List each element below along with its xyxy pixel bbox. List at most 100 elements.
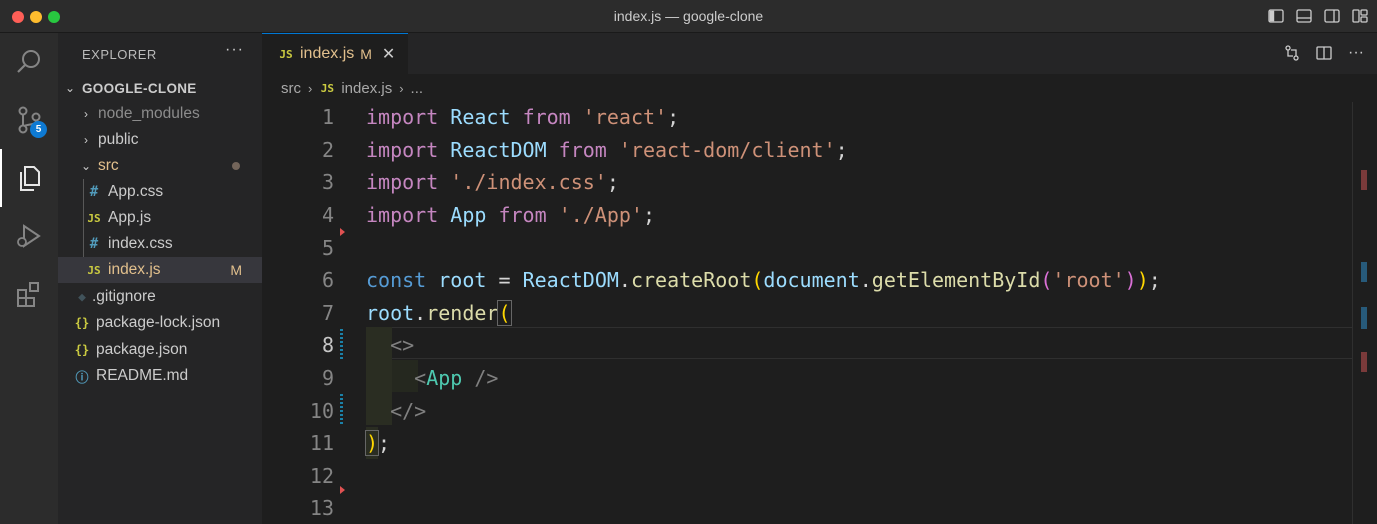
explorer-icon[interactable] xyxy=(0,149,58,207)
js-file-icon: JS xyxy=(320,81,334,95)
extensions-icon[interactable] xyxy=(0,265,58,323)
tree-item-label: App.css xyxy=(108,183,164,200)
code-line: 3 import './index.css'; xyxy=(262,166,1352,199)
open-changes-icon[interactable] xyxy=(1283,44,1301,62)
git-status-badge: M xyxy=(230,262,242,278)
chevron-right-icon: › xyxy=(84,133,88,147)
tree-item-label: App.js xyxy=(108,209,152,226)
line-number: 8 xyxy=(321,333,334,358)
chevron-down-icon: ⌄ xyxy=(64,81,76,95)
tree-item-package-lock-json[interactable]: {} package-lock.json xyxy=(58,310,262,336)
breadcrumb-symbols[interactable]: ... xyxy=(411,80,424,97)
source-control-badge: 5 xyxy=(30,121,47,138)
breadcrumb-index-js[interactable]: index.js xyxy=(341,80,392,97)
line-number: 13 xyxy=(309,496,334,521)
tree-item-readme-md[interactable]: ⓘ README.md xyxy=(58,363,262,389)
tree-item-index-js[interactable]: JS index.js M xyxy=(58,257,262,283)
js-file-icon: JS xyxy=(279,47,293,61)
root-folder-label: GOOGLE-CLONE xyxy=(82,80,197,96)
tree-item-label: index.css xyxy=(108,235,173,252)
css-file-icon: # xyxy=(89,184,99,200)
tree-item-app-js[interactable]: JS App.js xyxy=(58,205,262,231)
tree-item-app-css[interactable]: # App.css xyxy=(58,179,262,205)
json-file-icon: {} xyxy=(74,343,90,357)
json-file-icon: {} xyxy=(74,316,90,330)
tree-item-label: README.md xyxy=(96,367,189,384)
tree-item-label: src xyxy=(98,157,119,174)
close-tab-icon[interactable]: ✕ xyxy=(382,44,395,64)
chevron-right-icon: › xyxy=(308,80,313,96)
tree-item-package-json[interactable]: {} package.json xyxy=(58,337,262,363)
code-line: 2 import ReactDOM from 'react-dom/client… xyxy=(262,134,1352,167)
breadcrumb-src[interactable]: src xyxy=(281,80,301,97)
line-number: 6 xyxy=(321,268,334,293)
editor-scrollbar[interactable] xyxy=(1352,102,1377,524)
tree-item-label: node_modules xyxy=(98,105,200,122)
tree-item-index-css[interactable]: # index.css xyxy=(58,231,262,257)
tab-index-js[interactable]: JS index.js M ✕ xyxy=(262,33,408,74)
breadcrumb: src › JS index.js › ... xyxy=(262,74,1377,102)
chevron-down-icon: ⌄ xyxy=(80,159,92,173)
customize-layout-icon[interactable] xyxy=(1351,7,1369,25)
tab-label: index.js xyxy=(300,45,355,62)
code-line: 10 </> xyxy=(262,394,1352,427)
activity-bar: 5 xyxy=(0,33,58,524)
tree-item-label: package.json xyxy=(96,341,188,358)
editor-tab-bar: JS index.js M ✕ ··· xyxy=(262,33,1377,74)
toggle-primary-sidebar-icon[interactable] xyxy=(1267,7,1285,25)
code-line: 9 <App /> xyxy=(262,362,1352,395)
tree-item-public[interactable]: › public xyxy=(58,127,262,153)
code-editor[interactable]: 1 import React from 'react'; 2 import Re… xyxy=(262,102,1352,524)
code-line: 6 const root = ReactDOM.createRoot(docum… xyxy=(262,264,1352,297)
git-file-icon: ◆ xyxy=(78,289,86,305)
tree-item-label: index.js xyxy=(108,261,161,278)
code-line: 12 xyxy=(262,460,1352,493)
toggle-secondary-sidebar-icon[interactable] xyxy=(1323,7,1341,25)
info-file-icon: ⓘ xyxy=(75,370,89,386)
modified-dot-icon xyxy=(232,162,240,170)
js-file-icon: JS xyxy=(87,263,101,277)
window-title: index.js — google-clone xyxy=(613,8,764,24)
tree-item-label: package-lock.json xyxy=(96,314,221,331)
tab-modified-badge: M xyxy=(360,46,372,62)
tree-item-label: .gitignore xyxy=(92,288,156,305)
explorer-header: EXPLORER xyxy=(82,47,157,62)
line-number: 3 xyxy=(321,170,334,195)
js-file-icon: JS xyxy=(87,211,101,225)
css-file-icon: # xyxy=(89,236,99,252)
source-control-icon[interactable]: 5 xyxy=(0,91,58,149)
line-number: 9 xyxy=(321,366,334,391)
chevron-right-icon: › xyxy=(399,80,404,96)
code-line: 7 root.render( xyxy=(262,297,1352,330)
search-icon[interactable] xyxy=(0,33,58,91)
tree-item-gitignore[interactable]: ◆ .gitignore xyxy=(58,284,262,310)
title-bar: index.js — google-clone xyxy=(0,0,1377,33)
line-number: 7 xyxy=(321,300,334,325)
split-editor-icon[interactable] xyxy=(1315,44,1333,62)
code-line: 1 import React from 'react'; xyxy=(262,102,1352,134)
code-line: 11 ); xyxy=(262,427,1352,460)
tree-item-src[interactable]: ⌄ src xyxy=(58,153,262,179)
line-number: 10 xyxy=(309,398,334,423)
code-line-active: 8 <> xyxy=(262,329,1352,362)
line-number: 12 xyxy=(309,463,334,488)
explorer-sidebar: EXPLORER ··· ⌄ GOOGLE-CLONE › node_modul… xyxy=(58,33,262,524)
code-line: 13 xyxy=(262,492,1352,524)
overview-modified-marker xyxy=(1361,307,1367,329)
line-number: 5 xyxy=(321,235,334,260)
line-number: 4 xyxy=(321,203,334,228)
code-line: 4 import App from './App'; xyxy=(262,199,1352,232)
overview-modified-marker xyxy=(1361,262,1367,282)
explorer-root-folder[interactable]: ⌄ GOOGLE-CLONE xyxy=(58,75,262,101)
more-actions-icon[interactable]: ··· xyxy=(1347,44,1365,62)
tree-item-node-modules[interactable]: › node_modules xyxy=(58,101,262,127)
line-number: 11 xyxy=(309,431,334,456)
toggle-panel-icon[interactable] xyxy=(1295,7,1313,25)
overview-deleted-marker xyxy=(1361,352,1367,372)
line-number: 2 xyxy=(321,137,334,162)
run-debug-icon[interactable] xyxy=(0,207,58,265)
chevron-right-icon: › xyxy=(84,107,88,121)
line-number: 1 xyxy=(321,105,334,130)
code-line: 5 xyxy=(262,231,1352,264)
more-actions-icon[interactable]: ··· xyxy=(225,41,244,59)
